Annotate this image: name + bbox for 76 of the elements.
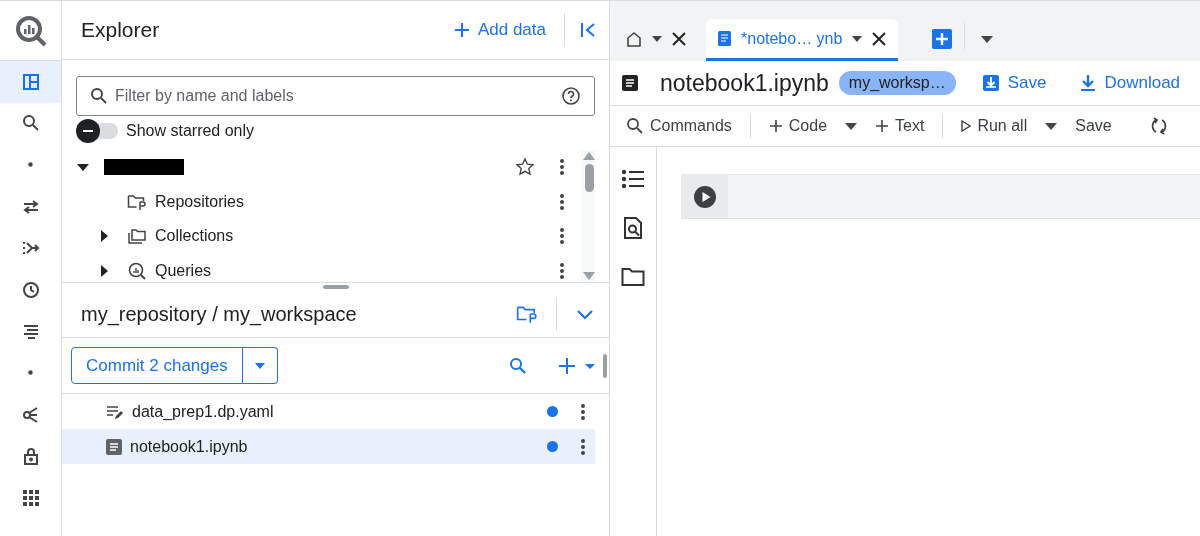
- search-field[interactable]: Filter by name and labels: [76, 76, 595, 116]
- logo-icon: [13, 13, 48, 48]
- more-icon[interactable]: [559, 192, 565, 211]
- caret-icon[interactable]: [845, 122, 858, 130]
- dropdown-button[interactable]: [242, 347, 278, 384]
- more-icon[interactable]: [580, 437, 586, 456]
- folders-icon: [127, 227, 147, 246]
- save-button[interactable]: Save: [973, 73, 1055, 93]
- collapse-panel-icon[interactable]: [579, 21, 597, 39]
- resize-handle[interactable]: [322, 285, 349, 289]
- new-tab-icon[interactable]: [932, 29, 953, 49]
- tree-item[interactable]: Queries: [155, 261, 212, 280]
- search-icon[interactable]: [509, 356, 527, 375]
- tree-item[interactable]: Collections: [155, 227, 234, 246]
- caret-icon[interactable]: [1045, 122, 1058, 130]
- edit-list-icon: [106, 403, 124, 420]
- more-icon[interactable]: [559, 261, 565, 280]
- close-icon[interactable]: [672, 32, 686, 46]
- more-icon[interactable]: [559, 227, 565, 246]
- caret-icon[interactable]: [852, 35, 863, 42]
- dot-icon: [28, 370, 33, 376]
- home-icon: [626, 31, 642, 47]
- toolbar-button[interactable]: Run all: [953, 113, 1036, 139]
- toggle-label: Show starred only: [126, 122, 255, 140]
- download-button[interactable]: Download: [1072, 73, 1189, 93]
- run-cell-icon[interactable]: [693, 184, 717, 209]
- folder-branch-icon[interactable]: [516, 304, 538, 324]
- file-row[interactable]: data_prep1.dp.yaml: [62, 394, 595, 429]
- folder-branch-icon: [127, 192, 147, 211]
- caret-icon[interactable]: [652, 36, 662, 42]
- notebook-icon: [106, 438, 122, 455]
- document-search-icon[interactable]: [623, 216, 643, 240]
- list-icon[interactable]: [621, 169, 645, 189]
- plus-icon: [875, 119, 890, 133]
- play-icon: [961, 120, 972, 132]
- caret-icon[interactable]: [981, 36, 994, 43]
- scrollbar[interactable]: [603, 353, 607, 378]
- search-icon: [626, 117, 644, 135]
- file-row[interactable]: notebook1.ipynb: [62, 429, 595, 464]
- help-icon[interactable]: [561, 86, 581, 106]
- tree-item[interactable]: Repositories: [155, 192, 244, 211]
- commit-button[interactable]: Commit 2 changes: [71, 347, 243, 384]
- query-icon: [127, 260, 147, 281]
- add-data-button[interactable]: Add data: [449, 20, 550, 40]
- caret-icon: [254, 362, 265, 369]
- folder-icon[interactable]: [621, 267, 645, 287]
- more-icon[interactable]: [559, 158, 565, 177]
- tab[interactable]: *notebo… ynb: [706, 19, 899, 61]
- workspace-path: my_repository / my_workspace: [81, 302, 358, 326]
- workspace-chip[interactable]: my_worksp…: [838, 71, 956, 95]
- save-icon: [981, 74, 1000, 92]
- toolbar-button[interactable]: Text: [867, 113, 933, 139]
- notebook-title: notebook1.ipynb: [660, 69, 829, 97]
- clock-icon: [20, 279, 41, 300]
- close-icon[interactable]: [872, 31, 887, 46]
- notebook-icon: [622, 75, 638, 91]
- file-name: notebook1.ipynb: [130, 437, 248, 456]
- toolbar-button[interactable]: Commands: [618, 113, 740, 139]
- star-icon[interactable]: [515, 157, 535, 178]
- toolbar-button[interactable]: Code: [760, 113, 836, 139]
- plus-icon: [768, 119, 783, 133]
- add-menu-button[interactable]: [559, 356, 595, 375]
- more-icon[interactable]: [580, 402, 586, 421]
- panel-title: Explorer: [81, 18, 161, 42]
- notebook-icon: [718, 31, 731, 46]
- plus-icon: [453, 22, 470, 38]
- code-cell[interactable]: [681, 174, 1200, 219]
- toolbar-button[interactable]: Save: [1067, 113, 1120, 139]
- download-icon: [1080, 74, 1097, 92]
- search-icon: [90, 87, 108, 105]
- plus-caret-icon: [559, 356, 595, 375]
- scrollbar[interactable]: [581, 150, 595, 282]
- dot-icon: [28, 162, 33, 168]
- grid-icon: [20, 487, 41, 508]
- panels-icon: [20, 71, 41, 92]
- file-name: data_prep1.dp.yaml: [132, 402, 274, 421]
